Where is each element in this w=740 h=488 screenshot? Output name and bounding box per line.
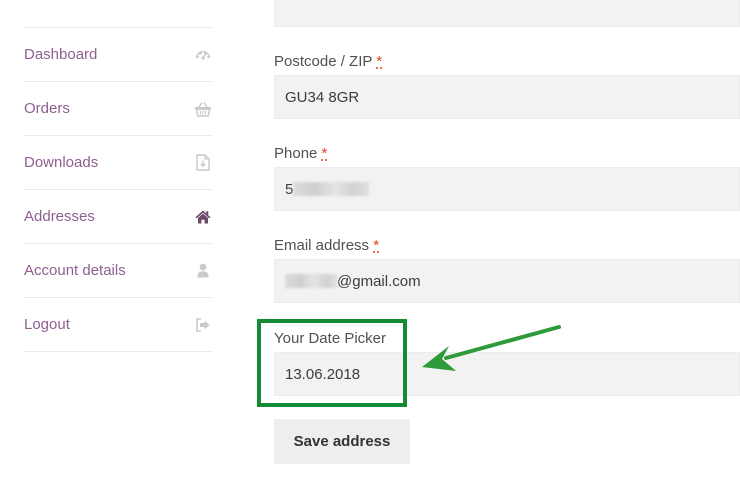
- email-label-text: Email address: [274, 237, 374, 254]
- home-icon: [194, 208, 212, 226]
- previous-field-input[interactable]: [274, 0, 740, 27]
- nav-item-orders[interactable]: Orders: [24, 82, 212, 136]
- postcode-value: GU34 8GR: [285, 88, 360, 106]
- dashboard-icon: [194, 46, 212, 64]
- nav-item-label: Account details: [24, 262, 126, 279]
- nav-item-label: Logout: [24, 316, 70, 333]
- date-picker-value: 13.06.2018: [285, 365, 361, 383]
- nav-item-logout[interactable]: Logout: [24, 298, 212, 352]
- nav-item-addresses[interactable]: Addresses: [24, 190, 212, 244]
- email-input[interactable]: @gmail.com: [274, 259, 740, 303]
- nav-item-label: Orders: [24, 100, 70, 117]
- date-picker-label: Your Date Picker: [274, 330, 386, 347]
- email-label: Email address *: [274, 237, 379, 254]
- save-address-button[interactable]: Save address: [274, 419, 410, 464]
- nav-item-label: Dashboard: [24, 46, 98, 63]
- postcode-label: Postcode / ZIP *: [274, 53, 382, 70]
- nav-item-account-details[interactable]: Account details: [24, 244, 212, 298]
- basket-icon: [194, 100, 212, 118]
- phone-input[interactable]: 5: [274, 167, 740, 211]
- phone-label-text: Phone: [274, 145, 322, 162]
- required-mark: *: [373, 237, 380, 254]
- file-download-icon: [194, 154, 212, 172]
- phone-value: 5: [285, 180, 294, 198]
- redacted-text: [293, 182, 370, 196]
- postcode-input[interactable]: GU34 8GR: [274, 75, 740, 119]
- user-icon: [194, 262, 212, 280]
- date-picker-input[interactable]: 13.06.2018: [274, 352, 740, 396]
- email-value: @gmail.com: [337, 272, 421, 290]
- nav-item-downloads[interactable]: Downloads: [24, 136, 212, 190]
- nav-item-label: Addresses: [24, 208, 95, 225]
- nav-item-label: Downloads: [24, 154, 99, 171]
- date-picker-label-text: Your Date Picker: [274, 330, 387, 347]
- redacted-text: [285, 274, 337, 288]
- sign-out-icon: [194, 316, 212, 334]
- nav-item-dashboard[interactable]: Dashboard: [24, 28, 212, 82]
- postcode-label-text: Postcode / ZIP: [274, 53, 377, 70]
- required-mark: *: [321, 145, 328, 162]
- phone-label: Phone *: [274, 145, 327, 162]
- required-mark: *: [376, 53, 383, 70]
